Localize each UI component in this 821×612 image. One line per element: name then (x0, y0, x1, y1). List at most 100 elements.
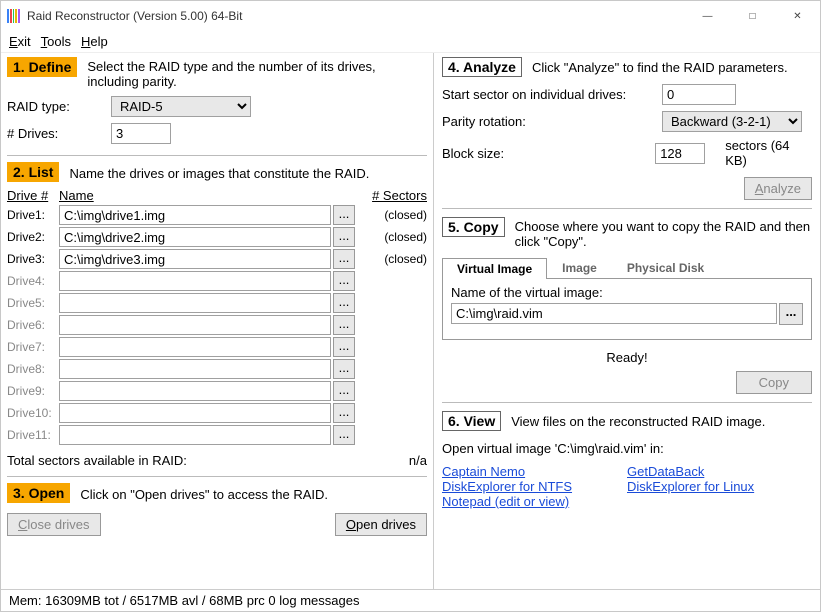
close-button[interactable]: ✕ (775, 1, 820, 31)
block-size-input[interactable] (655, 143, 705, 164)
drive-row: Drive8:... (7, 359, 427, 379)
drive-row: Drive9:... (7, 381, 427, 401)
close-drives-button[interactable]: Close drives (7, 513, 101, 536)
open-in-label: Open virtual image 'C:\img\raid.vim' in: (442, 441, 812, 456)
section-3-desc: Click on "Open drives" to access the RAI… (80, 483, 427, 502)
drive-label: Drive5: (7, 296, 59, 310)
drive-label: Drive8: (7, 362, 59, 376)
drive-label: Drive9: (7, 384, 59, 398)
vim-path-input[interactable] (451, 303, 777, 324)
drive-path-input[interactable] (59, 337, 331, 357)
window-title: Raid Reconstructor (Version 5.00) 64-Bit (27, 9, 242, 23)
raid-type-select[interactable]: RAID-5 (111, 96, 251, 117)
drive-browse-button[interactable]: ... (333, 359, 355, 379)
total-sectors-label: Total sectors available in RAID: (7, 453, 377, 468)
parity-select[interactable]: Backward (3-2-1) (662, 111, 802, 132)
drive-browse-button[interactable]: ... (333, 271, 355, 291)
drive-path-input[interactable] (59, 205, 331, 225)
menu-tools[interactable]: Tools (41, 34, 71, 49)
start-sector-input[interactable] (662, 84, 736, 105)
col-drive: Drive # (7, 188, 59, 203)
tab-virtual-image[interactable]: Virtual Image (442, 258, 547, 279)
section-2-list: 2. List (7, 162, 59, 182)
drive-label: Drive11: (7, 428, 59, 442)
section-1-desc: Select the RAID type and the number of i… (87, 57, 427, 89)
drive-row: Drive2:...(closed) (7, 227, 427, 247)
app-icon (7, 9, 21, 23)
drive-path-input[interactable] (59, 381, 331, 401)
maximize-button[interactable]: □ (730, 1, 775, 31)
drive-browse-button[interactable]: ... (333, 425, 355, 445)
block-size-suffix: sectors (64 KB) (725, 138, 812, 168)
drive-label: Drive1: (7, 208, 59, 222)
statusbar-text: Mem: 16309MB tot / 6517MB avl / 68MB prc… (9, 593, 359, 608)
link-captain-nemo[interactable]: Captain Nemo (442, 464, 525, 479)
drive-label: Drive3: (7, 252, 59, 266)
drive-row: Drive7:... (7, 337, 427, 357)
drive-label: Drive10: (7, 406, 59, 420)
drive-path-input[interactable] (59, 293, 331, 313)
link-diskexplorer-ntfs[interactable]: DiskExplorer for NTFS (442, 479, 572, 494)
link-notepad[interactable]: Notepad (edit or view) (442, 494, 569, 509)
menu-help[interactable]: Help (81, 34, 108, 49)
drive-browse-button[interactable]: ... (333, 205, 355, 225)
parity-label: Parity rotation: (442, 114, 662, 129)
drive-path-input[interactable] (59, 403, 331, 423)
section-5-copy: 5. Copy (442, 217, 505, 237)
link-getdataback[interactable]: GetDataBack (627, 464, 704, 479)
start-sector-label: Start sector on individual drives: (442, 87, 662, 102)
link-diskexplorer-linux[interactable]: DiskExplorer for Linux (627, 479, 754, 494)
statusbar: Mem: 16309MB tot / 6517MB avl / 68MB prc… (1, 589, 820, 611)
drive-row: Drive11:... (7, 425, 427, 445)
drive-browse-button[interactable]: ... (333, 293, 355, 313)
drive-label: Drive2: (7, 230, 59, 244)
section-3-open: 3. Open (7, 483, 70, 503)
drive-row: Drive5:... (7, 293, 427, 313)
num-drives-input[interactable] (111, 123, 171, 144)
vim-browse-button[interactable]: ... (779, 303, 803, 325)
drive-row: Drive10:... (7, 403, 427, 423)
drive-path-input[interactable] (59, 227, 331, 247)
drive-browse-button[interactable]: ... (333, 337, 355, 357)
drive-path-input[interactable] (59, 359, 331, 379)
section-6-view: 6. View (442, 411, 501, 431)
drive-browse-button[interactable]: ... (333, 381, 355, 401)
drive-status: (closed) (355, 252, 427, 266)
section-5-desc: Choose where you want to copy the RAID a… (515, 217, 812, 249)
section-4-desc: Click "Analyze" to find the RAID paramet… (532, 57, 812, 75)
minimize-button[interactable]: — (685, 1, 730, 31)
section-6-desc: View files on the reconstructed RAID ima… (511, 411, 812, 429)
drive-browse-button[interactable]: ... (333, 249, 355, 269)
drive-path-input[interactable] (59, 249, 331, 269)
tab-physical-disk[interactable]: Physical Disk (612, 257, 719, 278)
vim-label: Name of the virtual image: (451, 285, 803, 300)
drive-status: (closed) (355, 230, 427, 244)
drive-browse-button[interactable]: ... (333, 227, 355, 247)
col-name: Name (59, 188, 355, 203)
drive-label: Drive7: (7, 340, 59, 354)
drive-browse-button[interactable]: ... (333, 315, 355, 335)
drive-row: Drive1:...(closed) (7, 205, 427, 225)
tab-image[interactable]: Image (547, 257, 612, 278)
drive-browse-button[interactable]: ... (333, 403, 355, 423)
section-2-desc: Name the drives or images that constitut… (69, 162, 427, 181)
drive-row: Drive6:... (7, 315, 427, 335)
num-drives-label: # Drives: (7, 126, 111, 141)
total-sectors-value: n/a (377, 453, 427, 468)
col-sectors: # Sectors (355, 188, 427, 203)
copy-button[interactable]: Copy (736, 371, 812, 394)
drive-label: Drive6: (7, 318, 59, 332)
drive-status: (closed) (355, 208, 427, 222)
drive-path-input[interactable] (59, 271, 331, 291)
drive-path-input[interactable] (59, 425, 331, 445)
menu-exit[interactable]: Exit (9, 34, 31, 49)
copy-status: Ready! (442, 350, 812, 365)
drive-path-input[interactable] (59, 315, 331, 335)
block-size-label: Block size: (442, 146, 655, 161)
drive-row: Drive3:...(closed) (7, 249, 427, 269)
analyze-button[interactable]: Analyze (744, 177, 812, 200)
menubar: Exit Tools Help (1, 31, 820, 53)
drive-row: Drive4:... (7, 271, 427, 291)
open-drives-button[interactable]: Open drives (335, 513, 427, 536)
section-1-define: 1. Define (7, 57, 77, 77)
